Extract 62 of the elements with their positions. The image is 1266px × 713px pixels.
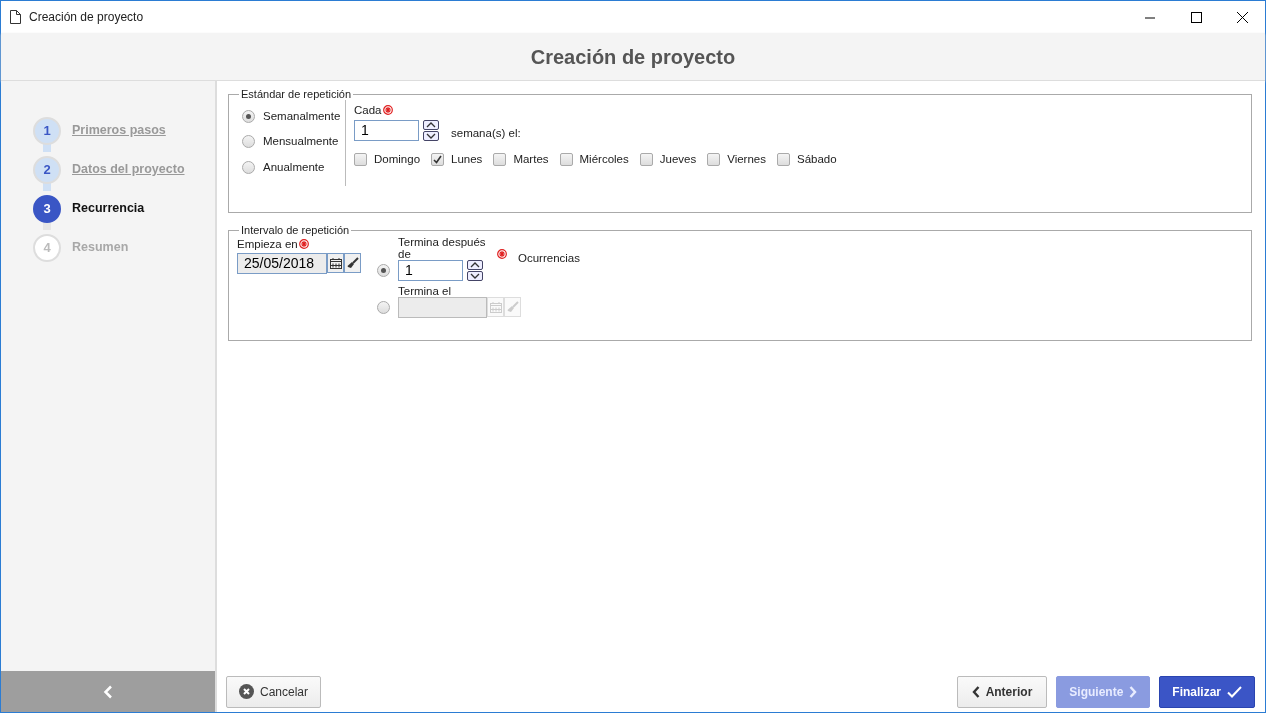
spin-button[interactable] (423, 120, 439, 142)
close-icon (1236, 11, 1248, 23)
chevron-left-icon (971, 685, 980, 698)
day-label: Domingo (374, 151, 421, 167)
day-label: Sábado (797, 151, 837, 167)
window-title: Creación de proyecto (29, 9, 144, 26)
step-label: Resumen (72, 239, 129, 257)
option-label: Mensualmente (263, 134, 339, 150)
chevron-down-icon (426, 133, 436, 140)
cancel-button[interactable]: Cancelar (226, 675, 322, 708)
spin-button[interactable] (467, 260, 483, 282)
number-field[interactable]: 1 (398, 260, 463, 282)
radio-button[interactable] (242, 160, 255, 174)
option-label: Anualmente (263, 159, 325, 175)
step-number: 2 (33, 155, 61, 184)
cancel-icon (239, 684, 254, 699)
clear-button[interactable] (344, 253, 361, 274)
checkmark-icon (1227, 685, 1242, 698)
chevron-right-icon (1129, 685, 1138, 698)
number-field[interactable]: 1 (354, 120, 419, 142)
checkbox[interactable] (493, 152, 507, 166)
radio-button[interactable] (242, 135, 255, 149)
group-title: Estándar de repetición (240, 89, 353, 100)
chevron-up-icon (470, 262, 480, 269)
date-field[interactable]: 25/05/2018 (237, 253, 327, 275)
checkbox[interactable] (777, 152, 790, 166)
field-label: Termina el (398, 285, 452, 298)
day-label: Lunes (451, 151, 483, 167)
page-title: Creación de proyecto (530, 44, 736, 69)
group-title: Intervalo de repetición (240, 225, 351, 236)
checkbox[interactable] (354, 152, 367, 166)
chevron-down-icon (470, 273, 480, 280)
checkbox[interactable] (707, 152, 721, 166)
unit-label: Ocurrencias (518, 250, 580, 266)
day-label: Miércoles (579, 151, 629, 167)
back-button[interactable]: Anterior (956, 675, 1048, 708)
checkbox[interactable] (431, 152, 445, 166)
field-label: Empieza en (237, 238, 298, 250)
day-label: Martes (513, 151, 549, 167)
step-label: Recurrencia (72, 200, 145, 218)
day-label: Jueves (659, 151, 697, 167)
field-label: Cada (354, 104, 382, 116)
required-icon (382, 105, 393, 115)
chevron-left-icon (103, 684, 113, 699)
step-number: 3 (33, 194, 61, 223)
day-label: Viernes (727, 151, 766, 167)
radio-button[interactable] (377, 264, 390, 278)
document-icon (10, 10, 21, 24)
calendar-button[interactable] (327, 253, 344, 274)
step-number: 1 (33, 116, 61, 145)
field-label: Termina después de (398, 236, 487, 261)
maximize-icon (1190, 11, 1202, 23)
checkbox[interactable] (559, 152, 573, 166)
chevron-up-icon (426, 122, 436, 129)
required-icon (497, 249, 507, 260)
finish-button[interactable]: Finalizar (1159, 675, 1255, 708)
radio-button[interactable] (242, 110, 255, 124)
checkbox[interactable] (639, 152, 653, 166)
required-icon (298, 239, 309, 249)
unit-label: semana(s) el: (451, 126, 521, 142)
option-label: Semanalmente (263, 109, 341, 124)
step-number: 4 (33, 233, 61, 262)
